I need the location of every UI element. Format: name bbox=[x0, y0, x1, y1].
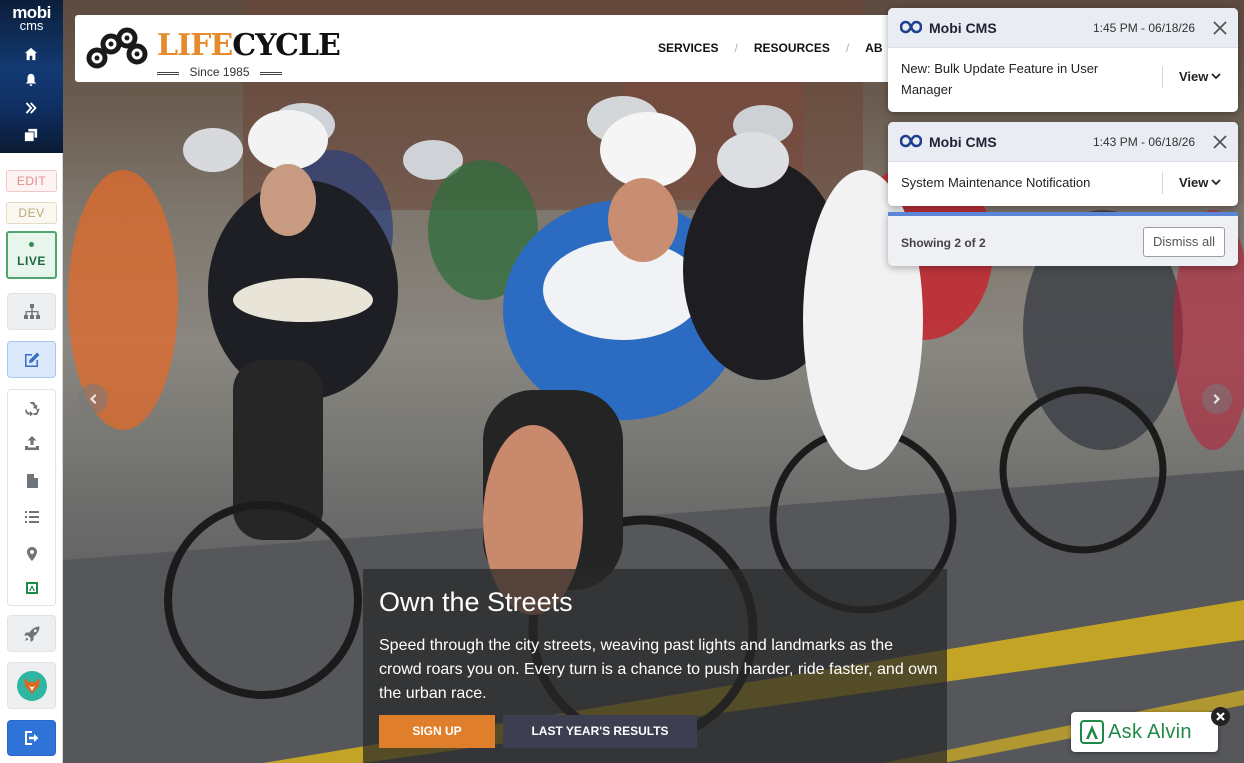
notification-header: Mobi CMS 1:43 PM - 06/18/26 bbox=[888, 122, 1238, 162]
mobi-infinity-icon bbox=[900, 20, 922, 34]
notification-app-name: Mobi CMS bbox=[929, 134, 997, 150]
close-alvin-button[interactable] bbox=[1211, 707, 1230, 726]
home-icon[interactable] bbox=[22, 45, 40, 63]
file-icon[interactable] bbox=[23, 472, 41, 490]
notification-message: New: Bulk Update Feature in User Manager bbox=[901, 61, 1099, 97]
notification-time: 1:45 PM - 06/18/26 bbox=[1093, 21, 1196, 35]
notification-card: Mobi CMS 1:45 PM - 06/18/26 New: Bulk Up… bbox=[888, 8, 1238, 112]
alvin-icon bbox=[1080, 720, 1104, 744]
close-icon[interactable] bbox=[1211, 133, 1229, 151]
fox-avatar-icon bbox=[23, 677, 40, 694]
bell-icon[interactable] bbox=[22, 71, 40, 89]
cms-sidebar: mobi cms EDIT DEV LIVE bbox=[0, 0, 63, 763]
carousel-next-button[interactable] bbox=[1202, 384, 1232, 414]
map-pin-icon[interactable] bbox=[23, 545, 41, 563]
lifecycle-logo[interactable]: LIFECYCLE Since 1985 bbox=[85, 24, 341, 78]
carousel-prev-button[interactable] bbox=[78, 384, 108, 414]
notification-time: 1:43 PM - 06/18/26 bbox=[1093, 135, 1196, 149]
sign-up-button[interactable]: SIGN UP bbox=[379, 715, 495, 748]
logout-icon bbox=[24, 731, 38, 745]
env-live-label: LIVE bbox=[17, 254, 46, 268]
mobi-cms-logo[interactable]: mobi cms bbox=[0, 4, 63, 32]
ask-alvin-label: Ask Alvin bbox=[1108, 721, 1192, 743]
chevron-down-icon bbox=[1211, 179, 1222, 186]
brand-since: Since 1985 bbox=[157, 66, 282, 78]
site-header: LIFECYCLE Since 1985 SERVICES / RESOURCES /… bbox=[75, 15, 910, 82]
publish-button[interactable] bbox=[7, 615, 56, 652]
nav-separator: / bbox=[734, 41, 738, 55]
hero-title: Own the Streets bbox=[379, 587, 573, 617]
notification-app-name: Mobi CMS bbox=[929, 20, 997, 36]
hero-text: Speed through the city streets, weaving … bbox=[379, 637, 938, 702]
notification-card: Mobi CMS 1:43 PM - 06/18/26 System Maint… bbox=[888, 122, 1238, 206]
main-nav: SERVICES / RESOURCES / AB bbox=[658, 41, 883, 55]
notification-view-button[interactable]: View bbox=[1162, 66, 1222, 88]
hero-caption: Own the Streets Speed through the city s… bbox=[363, 569, 947, 763]
close-icon bbox=[1216, 712, 1225, 721]
close-icon[interactable] bbox=[1211, 19, 1229, 37]
rocket-icon bbox=[23, 626, 39, 642]
mobi-infinity-icon bbox=[900, 134, 922, 148]
logout-button[interactable] bbox=[7, 720, 56, 756]
avatar bbox=[16, 670, 47, 701]
bike-chain-icon bbox=[86, 27, 148, 69]
brand-name: LIFECYCLE bbox=[157, 28, 341, 63]
env-dev-button[interactable]: DEV bbox=[6, 202, 57, 224]
dismiss-all-button[interactable]: Dismiss all bbox=[1143, 227, 1225, 257]
upload-icon[interactable] bbox=[23, 434, 41, 452]
ask-alvin-button[interactable]: Ask Alvin bbox=[1071, 712, 1218, 752]
live-indicator-dot bbox=[29, 242, 34, 247]
edit-page-button[interactable] bbox=[7, 341, 56, 378]
nav-about[interactable]: AB bbox=[865, 41, 882, 55]
env-live-button[interactable]: LIVE bbox=[6, 231, 57, 279]
chevron-right-icon bbox=[1213, 394, 1220, 404]
chevron-down-icon bbox=[1211, 73, 1222, 80]
sitemap-button[interactable] bbox=[7, 293, 56, 330]
nav-resources[interactable]: RESOURCES bbox=[754, 41, 830, 55]
last-years-results-button[interactable]: LAST YEAR'S RESULTS bbox=[503, 715, 697, 748]
copy-icon[interactable] bbox=[22, 126, 40, 144]
alvin-mini-icon[interactable] bbox=[23, 579, 41, 597]
edit-page-icon bbox=[24, 352, 39, 367]
list-icon[interactable] bbox=[23, 508, 41, 526]
env-edit-button[interactable]: EDIT bbox=[6, 170, 57, 192]
double-chevron-right-icon[interactable] bbox=[22, 99, 40, 117]
notification-view-button[interactable]: View bbox=[1162, 172, 1222, 194]
notification-message: System Maintenance Notification bbox=[901, 175, 1091, 190]
notification-header: Mobi CMS 1:45 PM - 06/18/26 bbox=[888, 8, 1238, 48]
notifications-footer: Showing 2 of 2 Dismiss all bbox=[888, 212, 1238, 266]
recycle-icon[interactable] bbox=[23, 400, 41, 418]
nav-separator: / bbox=[845, 41, 850, 55]
sidebar-header: mobi cms bbox=[0, 0, 63, 153]
user-avatar-button[interactable] bbox=[7, 662, 56, 709]
chevron-left-icon bbox=[90, 394, 97, 404]
nav-services[interactable]: SERVICES bbox=[658, 41, 718, 55]
tools-panel bbox=[7, 389, 56, 606]
sitemap-icon bbox=[23, 303, 40, 319]
notification-count: Showing 2 of 2 bbox=[901, 236, 986, 250]
